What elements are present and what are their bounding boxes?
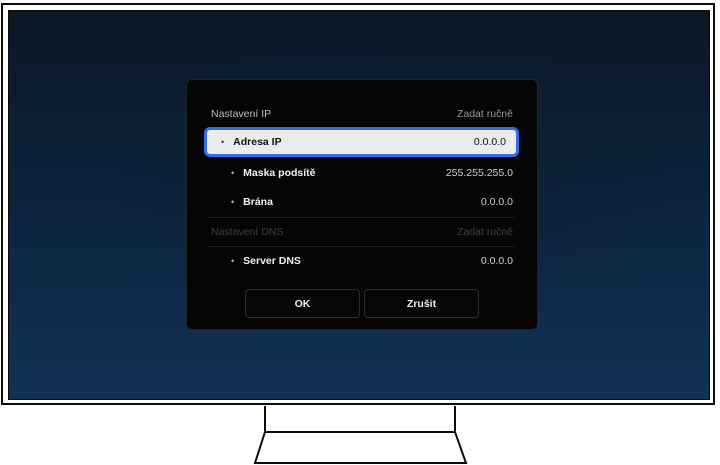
divider	[209, 217, 515, 218]
dns-server-label: Server DNS	[243, 255, 301, 267]
ip-settings-value: Zadat ručně	[456, 108, 513, 120]
divider	[209, 246, 515, 247]
dns-server-value: 0.0.0.0	[480, 255, 513, 267]
dns-settings-label: Nastavení DNS	[211, 226, 284, 238]
gateway-row[interactable]: • Brána 0.0.0.0	[211, 191, 513, 213]
dns-settings-row: Nastavení DNS Zadat ručně	[211, 221, 513, 243]
ip-address-value: 0.0.0.0	[473, 136, 506, 148]
network-settings-dialog: Nastavení IP Zadat ručně • Adresa IP 0.0…	[186, 79, 538, 330]
subnet-mask-label: Maska podsítě	[243, 167, 316, 179]
dns-settings-value: Zadat ručně	[456, 226, 513, 238]
ok-button[interactable]: OK	[245, 289, 360, 318]
gateway-value: 0.0.0.0	[480, 196, 513, 208]
bullet-icon: •	[231, 197, 235, 207]
ip-settings-label: Nastavení IP	[211, 108, 272, 120]
subnet-mask-row[interactable]: • Maska podsítě 255.255.255.0	[211, 162, 513, 184]
bullet-icon: •	[231, 168, 235, 178]
dns-server-row[interactable]: • Server DNS 0.0.0.0	[211, 250, 513, 272]
ip-address-row[interactable]: • Adresa IP 0.0.0.0	[204, 127, 519, 157]
bullet-icon: •	[221, 137, 225, 147]
gateway-label: Brána	[243, 196, 273, 208]
ip-address-label: Adresa IP	[233, 136, 282, 148]
bullet-icon: •	[231, 256, 235, 266]
subnet-mask-value: 255.255.255.0	[445, 167, 513, 179]
ip-settings-row[interactable]: Nastavení IP Zadat ručně	[211, 103, 513, 125]
cancel-button[interactable]: Zrušit	[364, 289, 479, 318]
